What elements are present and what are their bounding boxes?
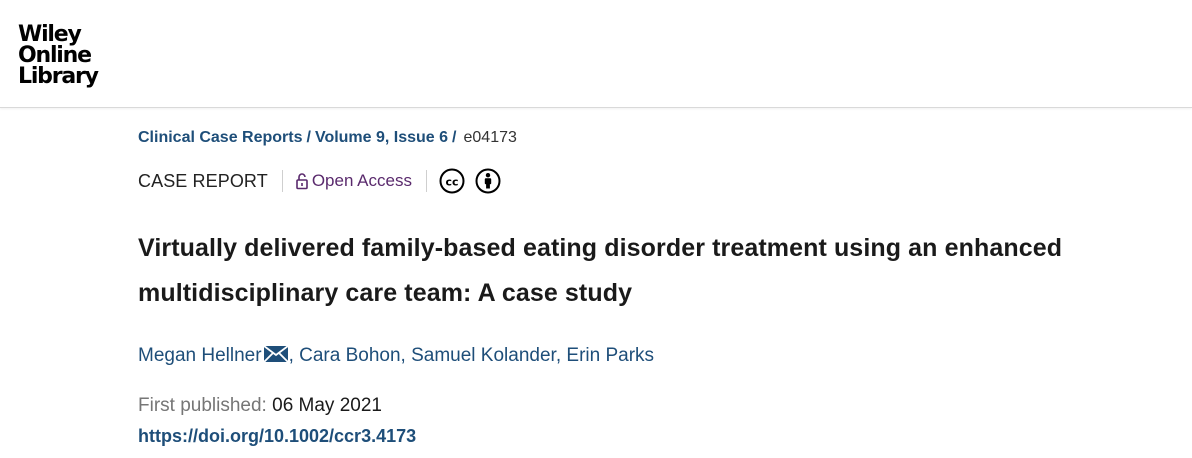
logo-line-2: Online	[18, 43, 92, 68]
license-icons[interactable]: cc	[439, 168, 501, 194]
published-label: First published:	[138, 395, 267, 416]
attribution-icon	[475, 168, 501, 194]
doi-link[interactable]: https://doi.org/10.1002/ccr3.4173	[138, 424, 416, 448]
open-access-label: Open Access	[311, 171, 412, 190]
logo-line-3: Library	[18, 64, 99, 89]
author-separator: ,	[400, 345, 406, 366]
open-lock-icon	[296, 173, 308, 190]
breadcrumb-separator: /	[452, 129, 457, 146]
logo-line-1: Wiley	[18, 22, 82, 47]
breadcrumb: Clinical Case Reports / Volume 9, Issue 6/…	[138, 128, 517, 148]
author-link[interactable]: Cara Bohon	[299, 345, 400, 366]
breadcrumb-journal-link[interactable]: Clinical Case Reports	[138, 129, 303, 146]
breadcrumb-separator: /	[306, 129, 311, 146]
breadcrumb-issue-link[interactable]: Volume 9, Issue 6	[315, 129, 448, 146]
article-title: Virtually delivered family-based eating …	[138, 234, 1063, 307]
article-meta-row: CASE REPORT Open Access cc	[138, 168, 501, 194]
author-list: Megan Hellner , Cara Bohon, Samuel Kolan…	[138, 344, 654, 368]
cc-icon: cc	[439, 168, 465, 194]
breadcrumb-article-id: e04173	[463, 129, 517, 146]
author-link[interactable]: Megan Hellner	[138, 345, 262, 366]
published-date: 06 May 2021	[272, 395, 382, 416]
author-link[interactable]: Samuel Kolander	[411, 345, 556, 366]
svg-text:cc: cc	[445, 175, 458, 188]
envelope-icon[interactable]	[263, 346, 288, 362]
open-access-link[interactable]: Open Access	[295, 171, 412, 191]
divider	[281, 170, 283, 192]
author-link[interactable]: Erin Parks	[566, 345, 654, 366]
wiley-online-library-logo[interactable]: Wiley Online Library	[18, 22, 99, 89]
site-header: Wiley Online Library	[0, 0, 1192, 108]
author-separator: ,	[288, 345, 294, 366]
author-separator: ,	[555, 345, 562, 366]
publication-date: First published: 06 May 2021	[138, 394, 382, 418]
divider	[425, 170, 427, 192]
article-type-label: CASE REPORT	[138, 170, 268, 191]
